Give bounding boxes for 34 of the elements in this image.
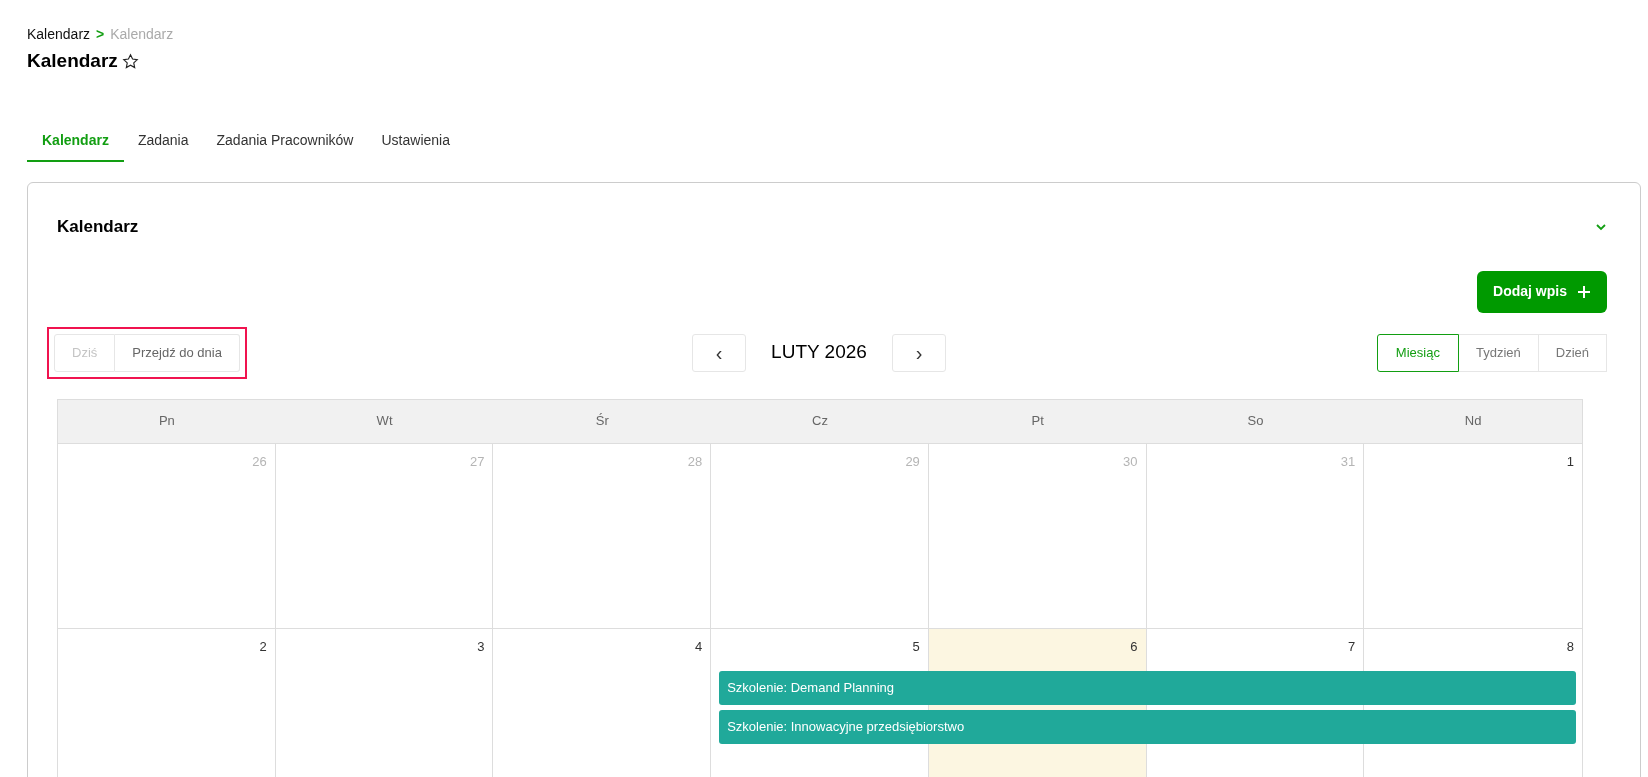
view-tab[interactable]: Dzień <box>1538 333 1607 372</box>
weekday-header: Nd <box>1463 412 1483 431</box>
page-title: Kalendarz <box>27 49 118 73</box>
star-icon[interactable] <box>121 52 139 70</box>
add-entry-button[interactable]: Dodaj wpis <box>1477 270 1607 313</box>
view-tab[interactable]: Tydzień <box>1458 333 1539 372</box>
weekday-header: Pn <box>157 412 176 431</box>
tab[interactable]: Zadania <box>123 121 203 162</box>
previous-month-button[interactable]: ‹ <box>692 333 746 372</box>
breadcrumb-separator: > <box>96 25 105 44</box>
day-number[interactable]: 6 <box>1130 636 1138 656</box>
day-number[interactable]: 3 <box>477 636 485 656</box>
day-number[interactable]: 4 <box>694 636 703 656</box>
day-number[interactable]: 5 <box>912 636 920 656</box>
panel-title: Kalendarz <box>57 215 139 238</box>
breadcrumb-link[interactable]: Kalendarz <box>27 24 91 45</box>
tab[interactable]: Kalendarz <box>27 121 124 162</box>
day-number[interactable]: 1 <box>1566 451 1574 471</box>
day-number[interactable]: 2 <box>259 636 267 656</box>
go-to-date-button[interactable]: Przejdź do dnia <box>115 333 240 372</box>
plus-icon <box>1577 284 1591 299</box>
weekday-header: Pt <box>1030 412 1045 431</box>
tab[interactable]: Zadania Pracowników <box>202 121 368 162</box>
breadcrumb-current: Kalendarz <box>110 25 174 44</box>
view-tab[interactable]: Miesiąc <box>1376 333 1459 372</box>
next-month-button[interactable]: › <box>892 333 946 372</box>
weekday-header: Śr <box>594 412 610 431</box>
tab[interactable]: Ustawienia <box>367 121 464 162</box>
month-label: LUTY 2026 <box>770 340 868 365</box>
day-number[interactable]: 7 <box>1348 636 1356 656</box>
day-number[interactable]: 8 <box>1566 636 1574 656</box>
weekday-header: So <box>1246 412 1265 431</box>
weekday-header: Cz <box>811 412 829 431</box>
weekday-header: Wt <box>375 412 394 431</box>
